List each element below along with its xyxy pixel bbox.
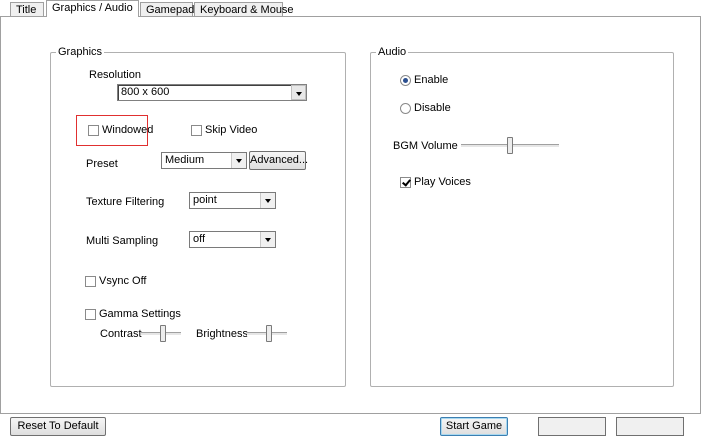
preset-select[interactable]: Medium [161,152,247,169]
gamma-settings-checkbox[interactable] [85,309,96,320]
play-voices-label: Play Voices [414,176,471,188]
resolution-value: 800 x 600 [121,86,170,98]
play-voices-checkbox[interactable] [400,177,411,188]
chevron-down-icon [291,85,306,100]
vsync-label: Vsync Off [99,275,147,287]
multi-sampling-label: Multi Sampling [86,235,159,247]
advanced-button[interactable]: Advanced... [249,151,308,170]
windowed-label: Windowed [102,124,154,136]
settings-panel: Graphics Resolution 800 x 600 Windowed S… [0,16,701,414]
tab-keyboard-mouse-label: Keyboard & Mouse [200,4,294,16]
preset-label: Preset [86,158,118,170]
contrast-label: Contrast [100,328,142,340]
texture-filtering-select[interactable]: point [189,192,276,209]
watermark-overlay [538,417,606,436]
resolution-label: Resolution [89,69,141,81]
chevron-down-icon [260,232,275,247]
preset-value: Medium [165,154,205,166]
bgm-volume-slider[interactable] [461,137,559,154]
audio-disable-radio[interactable] [400,103,411,114]
tab-gamepad-label: Gamepad [146,4,195,16]
texture-filtering-label: Texture Filtering [86,196,165,208]
tab-keyboard-mouse[interactable]: Keyboard & Mouse [194,2,294,16]
texture-filtering-value: point [193,194,217,206]
audio-enable-radio[interactable] [400,75,411,86]
contrast-slider-thumb[interactable] [160,325,166,342]
resolution-select[interactable]: 800 x 600 [117,84,307,101]
audio-group: Audio Enable Disable BGM Volume Play Voi… [370,46,674,387]
reset-to-default-button[interactable]: Reset To Default [10,417,106,436]
multi-sampling-select[interactable]: off [189,231,276,248]
bgm-volume-slider-thumb[interactable] [507,137,513,154]
contrast-slider[interactable] [141,325,181,342]
tab-graphics-audio-label: Graphics / Audio [52,2,133,14]
watermark-overlay-2 [616,417,684,436]
tab-graphics-audio[interactable]: Graphics / Audio [46,0,139,17]
multi-sampling-value: off [193,233,206,245]
audio-disable-label: Disable [414,102,451,114]
skip-video-checkbox[interactable] [191,125,202,136]
chevron-down-icon [260,193,275,208]
brightness-slider-thumb[interactable] [266,325,272,342]
skip-video-label: Skip Video [205,124,258,136]
start-game-button[interactable]: Start Game [440,417,508,436]
graphics-group-label: Graphics [56,46,105,58]
gamma-settings-label: Gamma Settings [99,308,181,320]
graphics-group: Graphics Resolution 800 x 600 Windowed S… [50,46,346,387]
audio-enable-label: Enable [414,74,449,86]
vsync-checkbox[interactable] [85,276,96,287]
brightness-label: Brightness [196,328,248,340]
tab-title[interactable]: Title [10,2,44,16]
chevron-down-icon [231,153,246,168]
windowed-checkbox[interactable] [88,125,99,136]
tab-title-label: Title [16,4,37,16]
tab-bar: Title Graphics / Audio Gamepad Keyboard … [0,0,703,17]
audio-group-label: Audio [376,46,409,58]
tab-gamepad[interactable]: Gamepad [140,2,195,16]
brightness-slider[interactable] [247,325,287,342]
bgm-volume-label: BGM Volume [393,140,458,152]
